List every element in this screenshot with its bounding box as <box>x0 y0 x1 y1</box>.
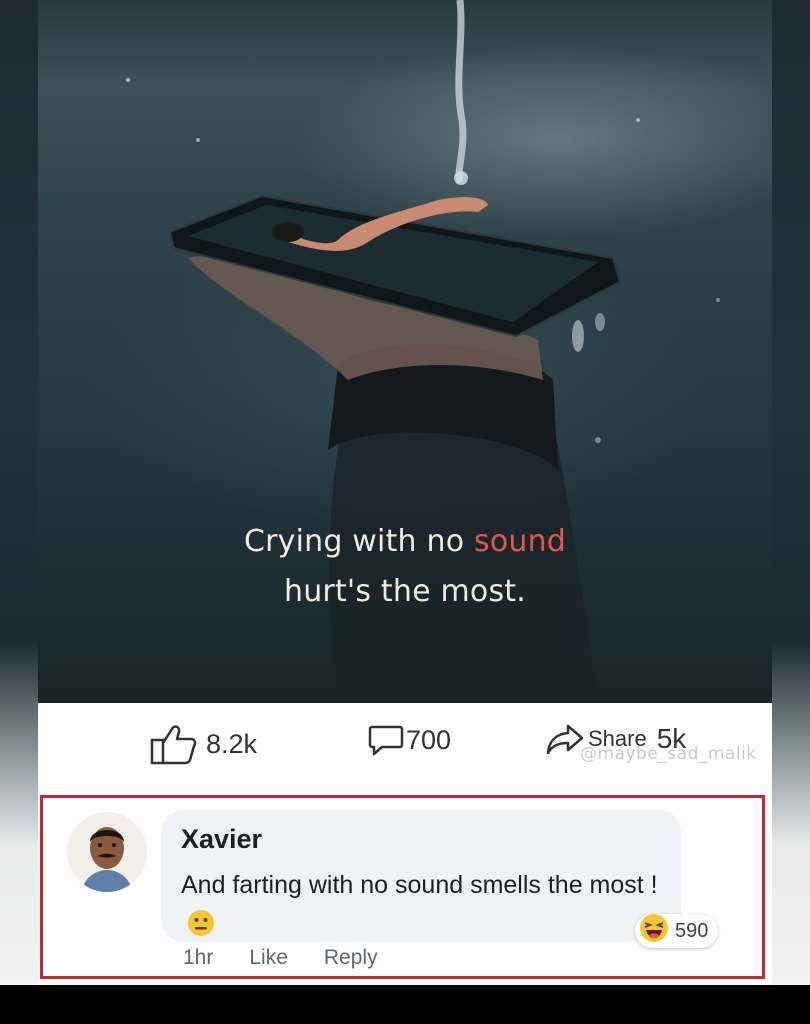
comment-time[interactable]: 1hr <box>183 946 213 970</box>
like-count: 8.2k <box>206 728 258 759</box>
share-arrow-icon <box>546 723 584 755</box>
comment-like-link[interactable]: Like <box>249 946 288 970</box>
comment-body: And farting with no sound smells the mos… <box>181 871 658 899</box>
like-button[interactable]: 8.2k <box>150 723 257 765</box>
reaction-summary[interactable]: 590 <box>635 913 719 949</box>
highlighted-comment: Xavier And farting with no sound smells … <box>40 795 765 979</box>
comment-meta: 1hr Like Reply <box>183 946 378 970</box>
post-image[interactable]: Crying with no sound hurt's the most. <box>38 0 772 703</box>
laughing-emoji-icon <box>639 913 669 949</box>
speech-bubble-icon <box>368 723 404 757</box>
thumbs-up-icon <box>150 723 198 765</box>
neutral-face-emoji-icon <box>187 909 215 948</box>
watermark-text: @maybe_sad_malik <box>580 744 757 764</box>
comment-reply-link[interactable]: Reply <box>324 946 378 970</box>
avatar[interactable] <box>67 812 147 892</box>
comment-text: And farting with no sound smells the mos… <box>181 866 676 948</box>
comment-bubble: Xavier And farting with no sound smells … <box>161 810 681 942</box>
comment-button[interactable]: 700 <box>368 723 451 757</box>
quote-text: Crying with no <box>243 524 474 559</box>
quote-highlight: sound <box>474 524 567 559</box>
quote-line-2: hurt's the most. <box>283 574 526 609</box>
reaction-count: 590 <box>675 919 709 942</box>
comment-count: 700 <box>406 724 452 755</box>
comment-author[interactable]: Xavier <box>181 824 262 855</box>
quote-line-1: Crying with no sound <box>38 524 772 559</box>
